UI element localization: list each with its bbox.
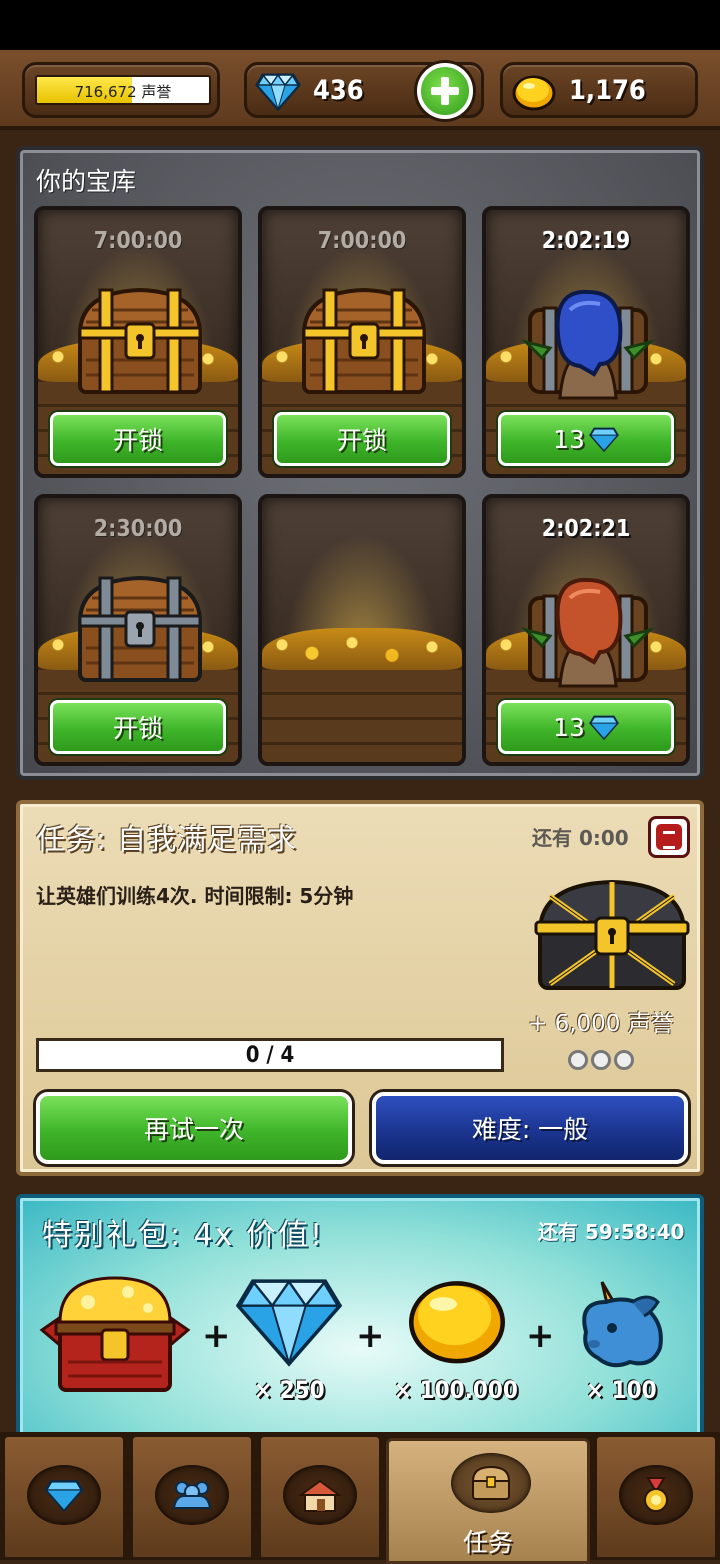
quest-reward: + 6,000 声誉 [528,1011,674,1037]
red-treasure-chest-icon [39,1276,191,1392]
gold-pile [262,628,462,670]
offer-time-remaining: 还有 59:58:40 [538,1220,685,1244]
quest-title: 任务: 自我满足需求 [36,822,297,856]
nav-disc [283,1465,357,1525]
quest-menu-button[interactable] [648,816,690,858]
slot-timer: 7:00:00 [93,228,183,254]
nav-disc [27,1465,101,1525]
floor-planks [262,670,462,762]
tab-quests-label: 任务 [462,1528,513,1557]
plus-sign: + [356,1316,385,1356]
chest-icon [471,1465,511,1500]
difficulty-button-label: 难度: 一般 [471,1115,589,1144]
wooden-gold-chest-icon [77,287,203,394]
tab-achievements[interactable] [594,1434,718,1560]
vault-title: 你的宝库 [36,167,137,196]
coins-box: 1,176 [500,62,698,118]
hooded-goblin-chest-orange-icon [521,577,655,688]
nav-disc [451,1453,531,1513]
gems-box: 436 [244,62,484,119]
nav-disc [155,1465,229,1525]
slot-timer: 2:30:00 [93,516,183,542]
slot-timer: 2:02:21 [541,516,631,542]
medal-icon [644,1477,668,1512]
speed-up-button[interactable]: 13 [498,412,674,466]
unlock-button[interactable]: 开锁 [274,412,450,466]
plus-sign: + [526,1316,555,1356]
unlock-button-label: 开锁 [112,714,163,743]
vault-slot-5-empty [258,494,466,766]
gold-coin-icon [512,75,556,111]
difficulty-indicator [568,1050,634,1070]
reputation-text: 716,672 声誉 [37,81,209,102]
coins-value: 1,176 [569,75,646,106]
unlock-button[interactable]: 开锁 [50,700,226,754]
status-bar [0,0,720,50]
difficulty-button[interactable]: 难度: 一般 [372,1092,688,1164]
quest-progress-text: 0 / 4 [245,1043,295,1068]
gems-value: 436 [313,75,364,106]
nav-disc [619,1465,693,1525]
wooden-gold-chest-icon [301,287,427,394]
offer-unicorn-qty: × 100 [586,1376,657,1404]
quest-progress-bar: 0 / 4 [36,1038,504,1072]
diamond-icon [255,73,301,111]
speed-up-cost: 13 [553,424,585,454]
offer-gems-qty: × 250 [254,1376,325,1404]
slot-timer: 2:02:19 [541,228,631,254]
town-icon [297,1479,343,1512]
speed-up-cost: 13 [553,712,585,742]
reputation-box: 716,672 声誉 [22,62,220,118]
resource-bar: 716,672 声誉 436 1,176 [0,50,720,130]
offer-coins-qty: × 100.000 [394,1376,518,1404]
special-offer-panel[interactable]: 特别礼包: 4x 价值! 还有 59:58:40 + × 250 + × 100… [16,1194,704,1454]
vault-slot-6[interactable]: 2:02:21 13 [482,494,690,766]
hooded-goblin-chest-icon [521,289,655,400]
reputation-progress-bar: 716,672 声誉 [35,75,211,105]
quest-time-remaining: 还有 0:00 [532,826,629,850]
difficulty-dot [614,1050,634,1070]
vault-slot-1[interactable]: 7:00:00 开锁 [34,206,242,478]
plus-sign: + [202,1316,231,1356]
unlock-button[interactable]: 开锁 [50,412,226,466]
reputation-value: 716,672 [74,83,137,101]
offer-title: 特别礼包: 4x 价值! [42,1218,325,1253]
heroes-icon [172,1481,212,1509]
add-gems-button[interactable] [417,63,473,119]
retry-button[interactable]: 再试一次 [36,1092,352,1164]
difficulty-dot [591,1050,611,1070]
diamond-icon [235,1279,343,1367]
tab-gem-shop[interactable] [2,1434,126,1560]
retry-button-label: 再试一次 [143,1115,244,1144]
tab-town[interactable] [258,1434,382,1560]
tab-heroes[interactable] [130,1434,254,1560]
speed-up-button[interactable]: 13 [498,700,674,754]
quest-panel: 任务: 自我满足需求 还有 0:00 让英雄们训练4次. 时间限制: 5分钟 +… [16,800,704,1176]
bottom-navigation: 任务 [0,1432,720,1564]
unlock-button-label: 开锁 [112,426,163,455]
diamond-icon [589,427,619,452]
gem-shop-icon [44,1480,84,1512]
difficulty-dot [568,1050,588,1070]
vault-panel: 你的宝库 7:00:00 开锁 7:00:00 开锁 2:02:19 13 2:… [16,146,704,780]
unlock-button-label: 开锁 [336,426,387,455]
vault-slot-3[interactable]: 2:02:19 13 [482,206,690,478]
diamond-icon [589,715,619,740]
quest-description: 让英雄们训练4次. 时间限制: 5分钟 [36,884,354,908]
reputation-label: 声誉 [141,83,172,101]
wooden-iron-chest-icon [77,575,203,682]
ornate-black-gold-chest-icon [534,879,690,990]
vault-slot-2[interactable]: 7:00:00 开锁 [258,206,466,478]
unicorn-icon [582,1281,663,1368]
vault-slot-4[interactable]: 2:30:00 开锁 [34,494,242,766]
gold-coin-icon [409,1281,505,1364]
slot-timer: 7:00:00 [317,228,407,254]
tab-quests[interactable]: 任务 [386,1438,590,1564]
